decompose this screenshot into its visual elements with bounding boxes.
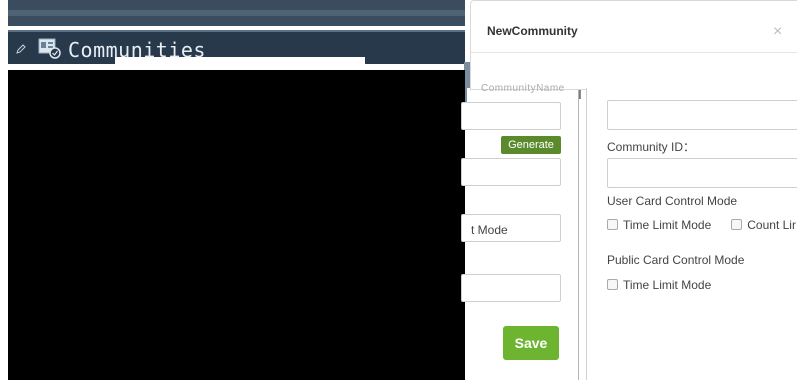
dialog-title: NewCommunity bbox=[487, 24, 578, 38]
background-mode-label: t Mode bbox=[471, 223, 508, 237]
checkbox[interactable] bbox=[607, 219, 618, 230]
save-button[interactable]: Save bbox=[503, 326, 559, 360]
community-id-label: Community ID： bbox=[607, 140, 696, 154]
legacy-window: Communities bbox=[0, 0, 473, 380]
community-id-input[interactable] bbox=[607, 158, 797, 188]
option-label: Time Limit Mode bbox=[623, 278, 712, 292]
background-input[interactable] bbox=[461, 102, 561, 130]
option-label: Time Limit Mode bbox=[623, 218, 712, 232]
window-content-area bbox=[8, 70, 465, 380]
user-count-limit-option[interactable]: Count Lir bbox=[731, 218, 796, 232]
dialog-header: NewCommunity × bbox=[471, 1, 797, 53]
dialog-body: Community ID： User Card Control Mode Tim… bbox=[586, 88, 797, 380]
checkbox[interactable] bbox=[607, 279, 618, 290]
community-window-icon bbox=[38, 38, 61, 59]
background-input[interactable] bbox=[461, 274, 561, 302]
title-underline-tab bbox=[115, 57, 365, 67]
community-name-label: CommunityName bbox=[481, 83, 565, 94]
close-icon[interactable]: × bbox=[773, 23, 782, 41]
panel-divider bbox=[578, 88, 579, 380]
option-label: Count Lir bbox=[747, 218, 796, 232]
community-name-input[interactable] bbox=[607, 100, 797, 130]
top-strip-band bbox=[8, 10, 465, 16]
user-time-limit-option[interactable]: Time Limit Mode bbox=[607, 218, 711, 232]
public-time-limit-option[interactable]: Time Limit Mode bbox=[607, 278, 711, 292]
background-input[interactable] bbox=[461, 158, 561, 186]
checkbox[interactable] bbox=[731, 219, 743, 230]
new-community-dialog: NewCommunity × CommunityName bbox=[470, 0, 797, 94]
window-top-strip bbox=[8, 0, 465, 26]
public-card-mode-label: Public Card Control Mode bbox=[607, 253, 745, 267]
generate-button[interactable]: Generate bbox=[501, 136, 561, 154]
background-form: Generate t Mode Save bbox=[461, 88, 579, 380]
user-card-mode-label: User Card Control Mode bbox=[607, 194, 738, 208]
pencil-icon bbox=[16, 44, 26, 54]
user-card-mode-options: Time Limit Mode Count Lir bbox=[607, 218, 797, 232]
public-card-mode-options: Time Limit Mode bbox=[607, 278, 731, 292]
